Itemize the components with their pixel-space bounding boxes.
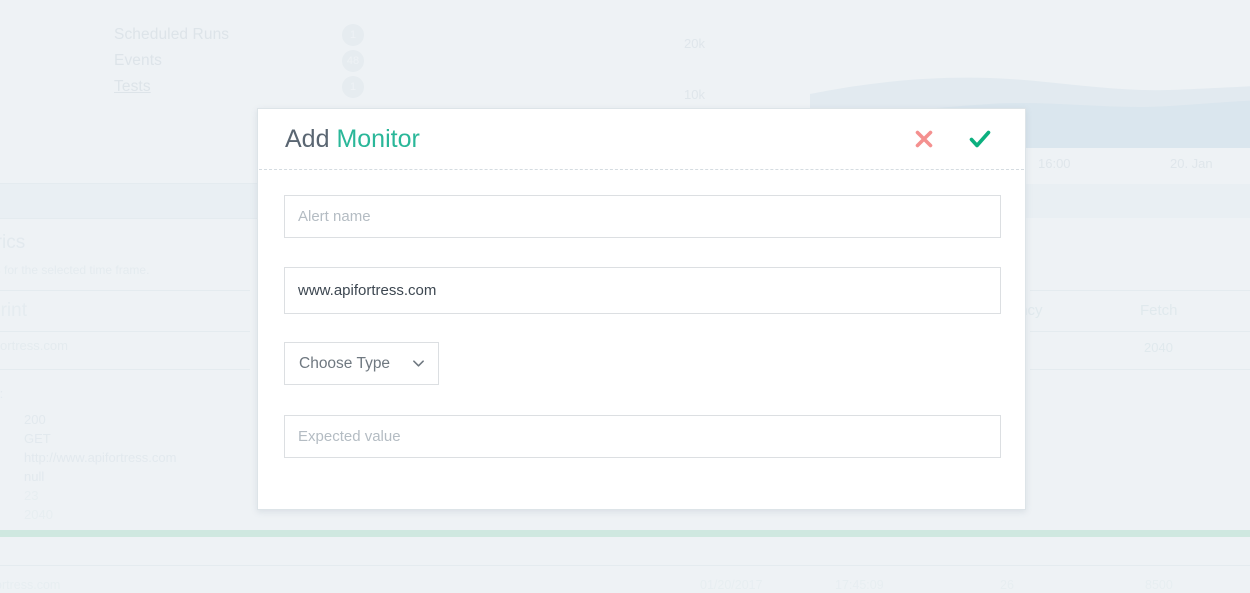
call-details-block: Call details: 200 Method: GET http://www…	[0, 386, 176, 524]
summary-item-badge: 1	[342, 24, 364, 46]
status-band	[0, 530, 1250, 537]
table-divider	[1030, 369, 1250, 370]
summary-item-label: Scheduled Runs	[114, 26, 229, 44]
table-header-fetch: Fetch	[1140, 302, 1178, 319]
chevron-down-icon	[412, 357, 425, 370]
detail-row: null	[0, 467, 176, 486]
detail-row: 200	[0, 410, 176, 429]
footprint-divider	[0, 331, 250, 332]
modal-title: Add Monitor	[285, 125, 420, 154]
summary-item-label: Tests	[114, 78, 151, 96]
call-details-heading: Call details:	[0, 386, 176, 401]
metrics-subtitle: Details for the selected time frame.	[0, 263, 149, 277]
chart-x-tick: 20. Jan	[1170, 156, 1213, 171]
table-divider	[1030, 331, 1250, 332]
detail-row: http://www.apifortress.com	[0, 448, 176, 467]
expected-value-input[interactable]: Expected value	[284, 415, 1001, 458]
detail-row: Method: GET	[0, 429, 176, 448]
bottom-row-time: 17:45:09	[835, 578, 884, 592]
metrics-header: Metrics Details for the selected time fr…	[0, 232, 149, 277]
detail-value: 2040	[24, 507, 53, 522]
add-monitor-modal: Add Monitor Alert name www.apifortress.c…	[257, 108, 1026, 510]
modal-actions	[911, 126, 998, 152]
type-select-label: Choose Type	[299, 355, 390, 373]
metrics-title: Metrics	[0, 232, 149, 254]
bottom-row-date: 01/20/2017	[700, 578, 763, 592]
close-x-icon[interactable]	[911, 126, 937, 152]
chart-y-tick: 10k	[684, 87, 705, 102]
modal-title-accent: Monitor	[336, 125, 419, 153]
summary-item-badge: 48	[342, 50, 364, 72]
summary-list: Scheduled Runs 1 Events 48 Tests 1	[114, 22, 414, 100]
summary-item-scheduled-runs[interactable]: Scheduled Runs 1	[114, 22, 364, 48]
url-input[interactable]: www.apifortress.com	[284, 267, 1001, 314]
bottom-row-fetch: 8500	[1145, 578, 1173, 592]
footprint-divider	[0, 369, 250, 370]
table-divider	[1030, 290, 1250, 291]
footprint-title: Footprint	[0, 300, 27, 322]
bottom-row-latency: 26	[1000, 578, 1014, 592]
detail-value: 23	[24, 488, 38, 503]
table-cell-fetch: 2040	[1144, 340, 1173, 355]
close-x-glyph	[912, 127, 936, 151]
detail-row: Latency: 23	[0, 486, 176, 505]
modal-title-primary: Add	[285, 125, 329, 153]
check-icon[interactable]	[967, 126, 993, 152]
bottom-row-host: www.apifortress.com	[0, 578, 60, 592]
chart-x-tick: 16:00	[1038, 156, 1071, 171]
footprint-divider	[0, 290, 250, 291]
footprint-url: www.apifortress.com	[0, 338, 68, 353]
chart-y-tick: 20k	[684, 36, 705, 51]
bottom-divider	[0, 565, 1250, 566]
detail-key: Latency:	[0, 488, 24, 503]
type-select[interactable]: Choose Type	[284, 342, 439, 385]
summary-item-label: Events	[114, 52, 162, 70]
modal-header: Add Monitor	[258, 109, 1025, 169]
summary-item-events[interactable]: Events 48	[114, 48, 364, 74]
detail-value: http://www.apifortress.com	[24, 450, 176, 465]
detail-value: GET	[24, 431, 51, 446]
check-glyph	[967, 126, 993, 152]
summary-item-tests[interactable]: Tests 1	[114, 74, 364, 100]
modal-body: Alert name www.apifortress.com Choose Ty…	[258, 170, 1025, 458]
detail-value: 200	[24, 412, 46, 427]
alert-name-input[interactable]: Alert name	[284, 195, 1001, 238]
detail-row: 2040	[0, 505, 176, 524]
summary-item-badge: 1	[342, 76, 364, 98]
detail-key: Method:	[0, 431, 24, 446]
detail-value: null	[24, 469, 44, 484]
